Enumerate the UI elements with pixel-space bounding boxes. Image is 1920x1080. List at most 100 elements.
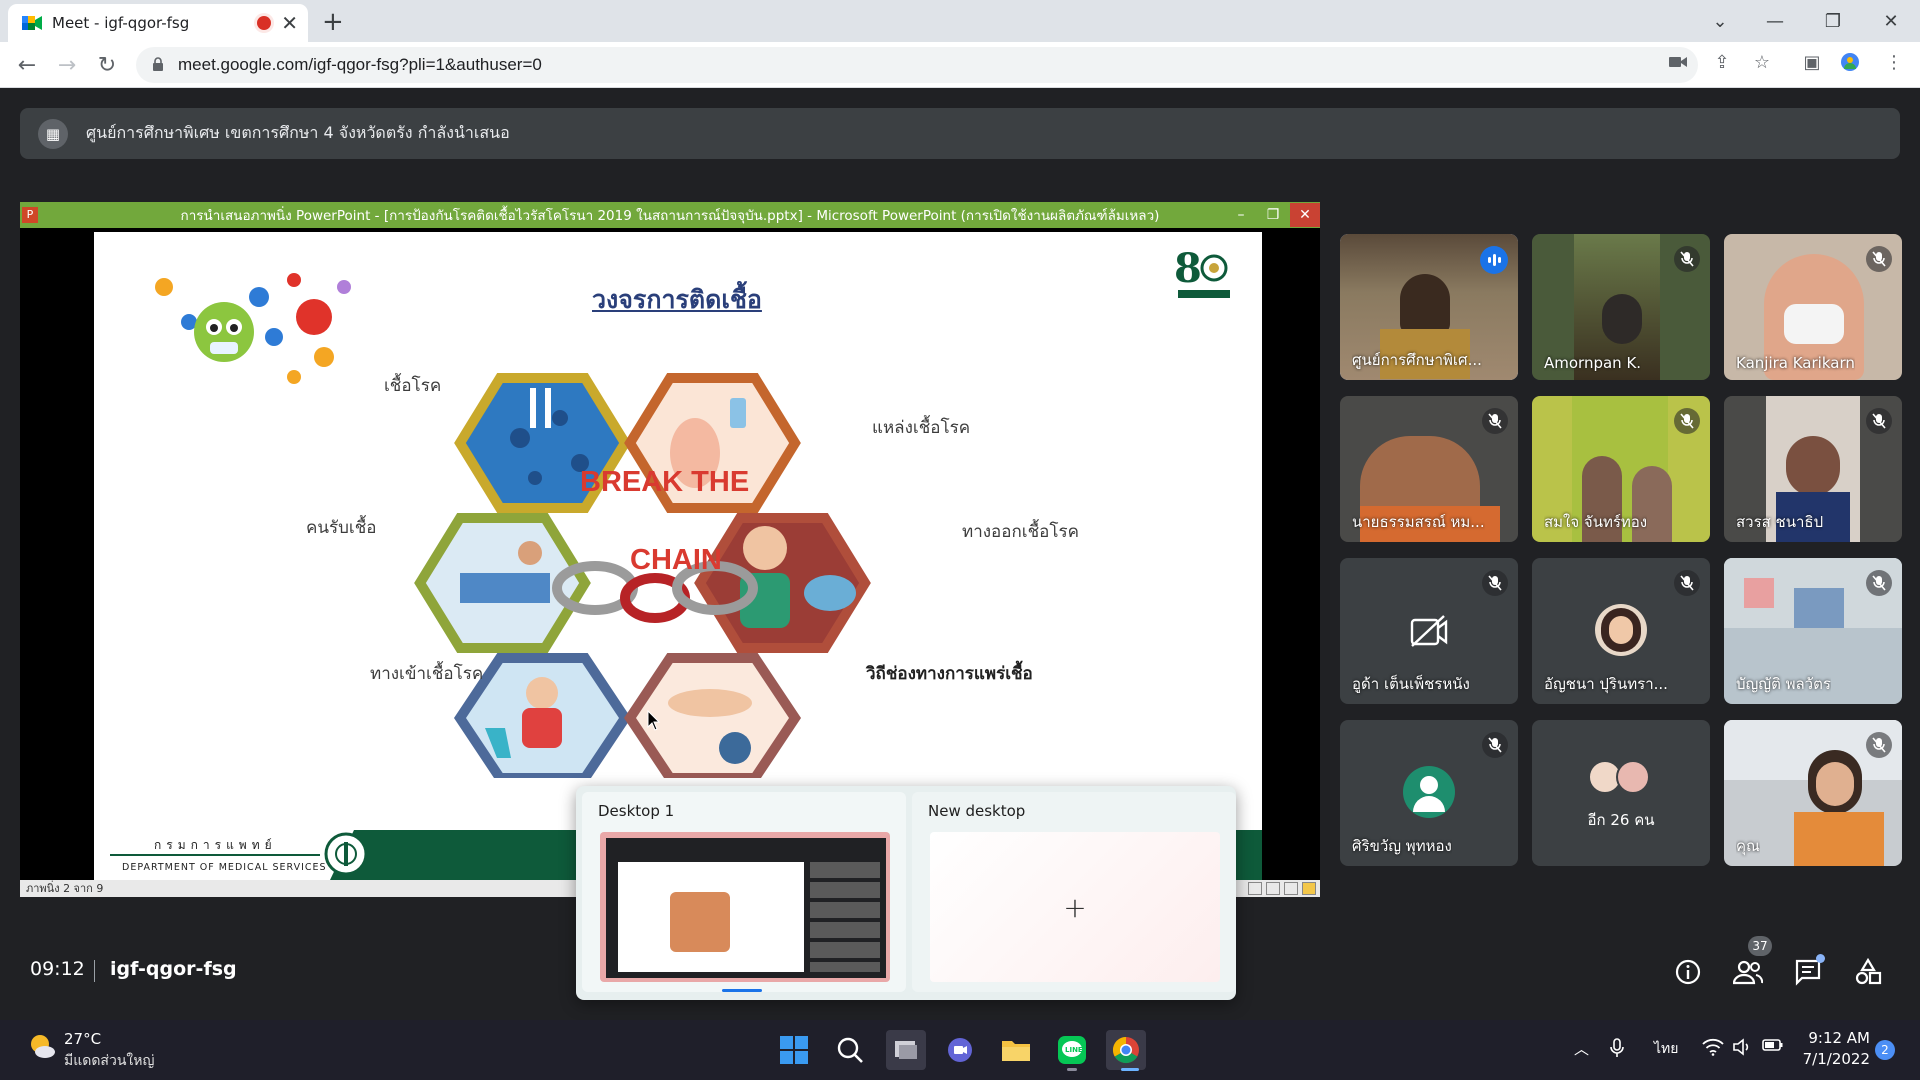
people-button[interactable] xyxy=(1730,954,1766,990)
mic-off-icon xyxy=(1674,408,1700,434)
mic-off-icon xyxy=(1674,570,1700,596)
participant-name: ศูนย์การศึกษาพิเศ... xyxy=(1352,351,1482,369)
active-indicator xyxy=(1121,1068,1139,1071)
sorter-view-icon[interactable] xyxy=(1266,882,1280,895)
wifi-icon[interactable] xyxy=(1702,1038,1724,1060)
chrome-icon xyxy=(1112,1036,1139,1064)
participant-tile[interactable]: Kanjira Karikarn xyxy=(1724,234,1902,380)
new-desktop-card[interactable]: New desktop + xyxy=(912,792,1236,992)
camera-icon[interactable] xyxy=(1666,50,1690,74)
ppt-restore-button[interactable]: ❐ xyxy=(1258,203,1288,227)
break-the-text: BREAK THE xyxy=(580,466,750,498)
start-button[interactable] xyxy=(774,1030,814,1070)
label-transmission: วิถีช่องทางการแพร่เชื้อ xyxy=(866,664,1033,684)
minimize-button[interactable]: — xyxy=(1746,4,1804,38)
people-icon xyxy=(1733,960,1763,985)
reload-button[interactable]: ↻ xyxy=(92,50,122,80)
volume-icon[interactable] xyxy=(1732,1038,1752,1060)
presenting-banner: ▦ ศูนย์การศึกษาพิเศษ เขตการศึกษา 4 จังหว… xyxy=(20,108,1900,159)
share-icon[interactable]: ⇪ xyxy=(1710,50,1734,74)
new-desktop-label: New desktop xyxy=(928,802,1026,820)
input-language[interactable]: ไทย xyxy=(1654,1038,1678,1060)
tab-title: Meet - igf-qgor-fsg xyxy=(52,14,190,32)
tab-meet[interactable]: Meet - igf-qgor-fsg ✕ xyxy=(8,4,308,42)
file-explorer-button[interactable] xyxy=(996,1030,1036,1070)
participant-tile[interactable]: อูด้า เต็นเพ็ชรหนัง xyxy=(1340,558,1518,704)
participant-tile[interactable]: ศิริขวัญ พุทหอง xyxy=(1340,720,1518,866)
line-app-button[interactable]: LINE xyxy=(1052,1030,1092,1070)
participant-count-badge: 37 xyxy=(1748,936,1772,956)
clock-date[interactable]: 7/1/2022 xyxy=(1788,1050,1870,1068)
side-panel-icon[interactable]: ▣ xyxy=(1800,50,1824,74)
windows-icon xyxy=(780,1036,808,1064)
participant-tile[interactable]: อีก 26 คน xyxy=(1532,720,1710,866)
microphone-icon[interactable] xyxy=(1610,1038,1624,1062)
search-icon xyxy=(837,1037,863,1063)
teams-chat-button[interactable] xyxy=(940,1030,980,1070)
department-logo-icon: 8 xyxy=(1174,245,1230,298)
participant-tile[interactable]: คุณ xyxy=(1724,720,1902,866)
slideshow-view-icon[interactable] xyxy=(1302,882,1316,895)
close-window-button[interactable]: ✕ xyxy=(1862,4,1920,38)
line-icon: LINE xyxy=(1058,1036,1086,1064)
reading-view-icon[interactable] xyxy=(1284,882,1298,895)
add-icon[interactable]: + xyxy=(930,832,1220,982)
activities-button[interactable] xyxy=(1850,954,1886,990)
chat-camera-icon xyxy=(948,1038,972,1062)
ppt-minimize-button[interactable]: – xyxy=(1226,203,1256,227)
bookmark-star-icon[interactable]: ☆ xyxy=(1750,50,1774,74)
participant-tile[interactable]: บัญญัติ พลวัตร xyxy=(1724,558,1902,704)
address-bar[interactable]: meet.google.com/igf-qgor-fsg?pli=1&authu… xyxy=(136,47,1698,83)
speaking-indicator-icon xyxy=(1480,246,1508,274)
notification-badge[interactable]: 2 xyxy=(1875,1040,1895,1060)
participant-tile[interactable]: ศูนย์การศึกษาพิเศ... xyxy=(1340,234,1518,380)
weather-description: มีแดดส่วนใหญ่ xyxy=(64,1053,155,1069)
meeting-time: 09:12 xyxy=(30,958,85,980)
participant-tile[interactable]: สวรส ชนาธิป xyxy=(1724,396,1902,542)
menu-kebab-icon[interactable]: ⋮ xyxy=(1882,50,1906,74)
label-pathogen: เชื้อโรค xyxy=(384,376,442,396)
avatar xyxy=(1595,604,1647,656)
active-desktop-indicator xyxy=(722,989,762,992)
chrome-button[interactable] xyxy=(1106,1030,1146,1070)
tab-close-icon[interactable]: ✕ xyxy=(281,11,298,35)
forward-button[interactable]: → xyxy=(52,50,82,80)
back-button[interactable]: ← xyxy=(12,50,42,80)
mic-off-icon xyxy=(1482,732,1508,758)
svg-text:8: 8 xyxy=(1174,245,1202,292)
ppt-titlebar: P การนำเสนอภาพนิ่ง PowerPoint - [การป้อง… xyxy=(20,202,1320,228)
participant-tile[interactable]: สมใจ จันทร์ทอง xyxy=(1532,396,1710,542)
desktop-1-card[interactable]: Desktop 1 xyxy=(582,792,906,992)
tab-search-icon[interactable]: ⌄ xyxy=(1700,6,1740,36)
mic-off-icon xyxy=(1866,408,1892,434)
meet-favicon-icon xyxy=(22,15,42,31)
clock-time[interactable]: 9:12 AM xyxy=(1788,1029,1870,1047)
chat-notification-dot xyxy=(1816,954,1825,963)
participant-name: คุณ xyxy=(1736,837,1760,855)
chain-text: CHAIN xyxy=(630,544,722,576)
folder-icon xyxy=(1002,1041,1030,1061)
footer-thai-text: กรมการแพทย์ xyxy=(154,838,277,852)
participant-name: บัญญัติ พลวัตร xyxy=(1736,675,1831,693)
powerpoint-icon: P xyxy=(22,207,38,223)
participant-name: อูด้า เต็นเพ็ชรหนัง xyxy=(1352,675,1470,693)
participant-tile[interactable]: Amornpan K. xyxy=(1532,234,1710,380)
search-button[interactable] xyxy=(830,1030,870,1070)
weather-temperature: 27°C xyxy=(64,1030,102,1048)
meeting-details-button[interactable] xyxy=(1670,954,1706,990)
new-tab-button[interactable]: + xyxy=(322,7,344,37)
show-hidden-icons[interactable]: ︿ xyxy=(1574,1038,1589,1059)
participant-tile[interactable]: อัญชนา ปุรินทรา... xyxy=(1532,558,1710,704)
battery-icon[interactable] xyxy=(1762,1038,1784,1056)
participant-tile[interactable]: นายธรรมสรณ์ หม... xyxy=(1340,396,1518,542)
slide: 8 วงจรการติดเชื้อ BREAK THE CHAIN เชื้อโ… xyxy=(94,232,1262,880)
restore-button[interactable]: ❐ xyxy=(1804,4,1862,38)
ppt-close-button[interactable]: ✕ xyxy=(1290,203,1320,227)
mic-off-icon xyxy=(1866,732,1892,758)
browser-toolbar: ← → ↻ meet.google.com/igf-qgor-fsg?pli=1… xyxy=(0,42,1920,88)
activities-icon xyxy=(1855,958,1882,985)
weather-widget[interactable] xyxy=(28,1032,56,1064)
task-view-button[interactable] xyxy=(886,1030,926,1070)
extensions-icon[interactable] xyxy=(1838,50,1862,74)
normal-view-icon[interactable] xyxy=(1248,882,1262,895)
